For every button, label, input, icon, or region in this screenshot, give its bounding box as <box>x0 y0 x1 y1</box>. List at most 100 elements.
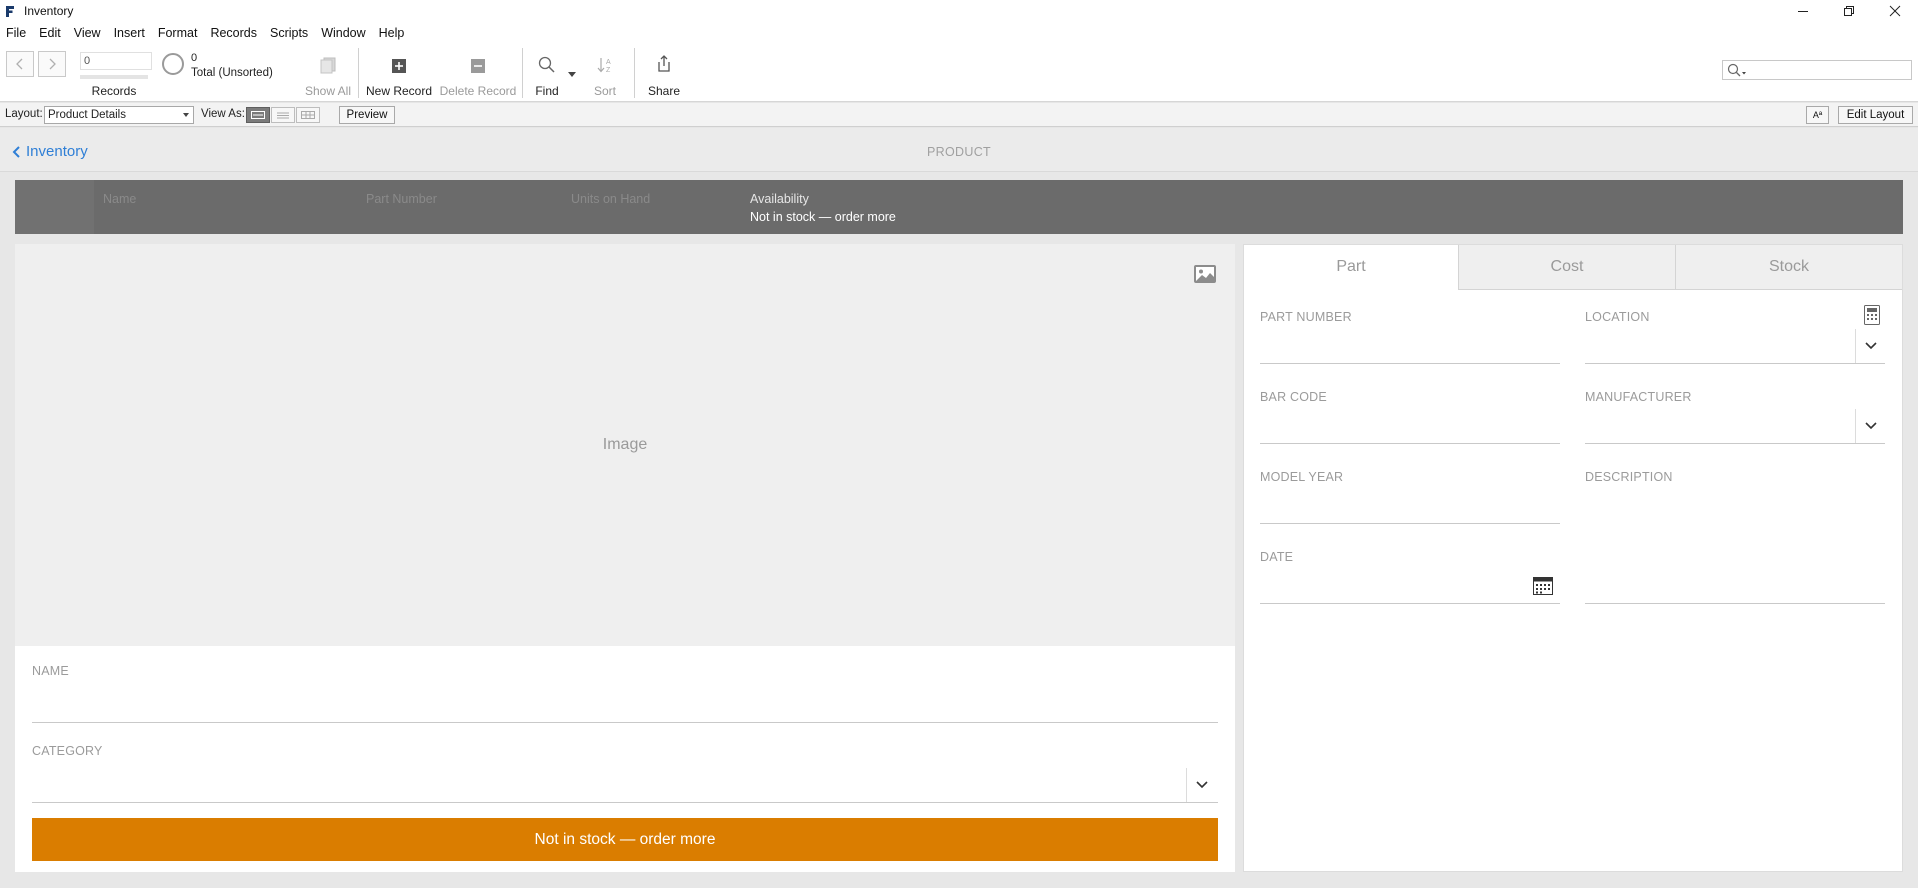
menu-scripts[interactable]: Scripts <box>270 26 308 40</box>
menu-file[interactable]: File <box>6 26 26 40</box>
edit-layout-button[interactable]: Edit Layout <box>1838 106 1913 124</box>
chevron-down-icon <box>1864 422 1877 430</box>
location-field[interactable] <box>1585 329 1855 363</box>
date-underline <box>1260 603 1560 604</box>
calendar-icon[interactable] <box>1533 577 1553 598</box>
layout-bar: Layout: Product Details View As: Preview… <box>0 103 1918 127</box>
page-title: PRODUCT <box>927 145 991 159</box>
find-button[interactable]: Find <box>530 84 564 98</box>
date-field[interactable] <box>1260 569 1530 603</box>
description-field[interactable] <box>1585 489 1885 603</box>
minimize-icon[interactable] <box>1780 0 1826 22</box>
manufacturer-label: MANUFACTURER <box>1585 390 1692 404</box>
title-bar: Inventory <box>0 0 1918 22</box>
thumbnail-placeholder <box>15 180 94 234</box>
date-label: DATE <box>1260 550 1294 564</box>
name-field-underline <box>32 722 1218 723</box>
model-year-underline <box>1260 523 1560 524</box>
show-all-button[interactable]: Show All <box>303 84 353 98</box>
layout-select[interactable]: Product Details <box>44 106 194 124</box>
location-label: LOCATION <box>1585 310 1650 324</box>
category-dropdown-button[interactable] <box>1186 768 1216 802</box>
toolbar-separator <box>634 48 635 98</box>
order-more-button[interactable]: Not in stock — order more <box>32 818 1218 861</box>
preview-button[interactable]: Preview <box>339 106 395 124</box>
new-record-icon <box>391 58 407 77</box>
app-icon <box>6 5 16 17</box>
manufacturer-underline <box>1585 443 1885 444</box>
part-number-field[interactable] <box>1260 329 1560 363</box>
form-view-icon <box>251 111 265 119</box>
tab-part[interactable]: Part <box>1244 245 1458 290</box>
tab-bar: Part Cost Stock <box>1244 245 1902 290</box>
search-icon <box>1727 63 1746 77</box>
bar-code-underline <box>1260 443 1560 444</box>
calculator-icon[interactable] <box>1864 305 1880 328</box>
model-year-field[interactable] <box>1260 489 1560 523</box>
menu-insert[interactable]: Insert <box>114 26 145 40</box>
menu-edit[interactable]: Edit <box>39 26 61 40</box>
menu-format[interactable]: Format <box>158 26 198 40</box>
view-as-form-button[interactable] <box>246 107 270 123</box>
category-field-underline <box>32 802 1218 803</box>
status-toolbar: 0 Records 0 Total (Unsorted) Show All Ne… <box>0 44 1918 102</box>
view-as-label: View As: <box>201 108 245 120</box>
svg-text:Z: Z <box>606 67 611 74</box>
total-unsorted-label: Total (Unsorted) <box>191 67 273 79</box>
list-header-availability: Availability <box>750 192 809 206</box>
share-button[interactable]: Share <box>644 84 684 98</box>
delete-record-icon <box>470 58 486 77</box>
bar-code-field[interactable] <box>1260 409 1560 443</box>
menu-view[interactable]: View <box>74 26 101 40</box>
location-underline <box>1585 363 1885 364</box>
sort-button[interactable]: Sort <box>588 84 622 98</box>
delete-record-button[interactable]: Delete Record <box>438 84 518 98</box>
current-record-field[interactable]: 0 <box>80 52 152 70</box>
category-field[interactable] <box>32 764 1182 802</box>
found-set-pie-icon <box>162 53 184 75</box>
name-label: NAME <box>32 664 69 678</box>
category-label: CATEGORY <box>32 744 103 758</box>
find-dropdown-icon[interactable] <box>568 67 576 81</box>
next-record-button[interactable] <box>38 51 66 77</box>
list-view-icon <box>277 112 289 119</box>
list-header-part-number: Part Number <box>366 192 437 206</box>
list-header-band: Name Part Number Units on Hand Availabil… <box>15 180 1903 234</box>
share-icon <box>656 54 672 77</box>
sort-icon: AZ <box>596 56 614 77</box>
menu-window[interactable]: Window <box>321 26 365 40</box>
chevron-down-icon <box>183 113 189 117</box>
found-count: 0 <box>191 52 198 64</box>
name-field[interactable] <box>32 684 1218 722</box>
new-record-button[interactable]: New Record <box>364 84 434 98</box>
menu-help[interactable]: Help <box>379 26 405 40</box>
quick-find-input[interactable] <box>1722 60 1912 80</box>
view-as-table-button[interactable] <box>296 107 320 123</box>
layout-select-value: Product Details <box>48 109 126 121</box>
window-title: Inventory <box>24 4 74 18</box>
restore-icon[interactable] <box>1826 0 1872 22</box>
text-format-toggle[interactable]: Aª <box>1806 106 1829 124</box>
part-number-underline <box>1260 363 1560 364</box>
chevron-left-icon <box>16 58 23 70</box>
menu-records[interactable]: Records <box>210 26 257 40</box>
image-container-field[interactable]: Image <box>15 244 1235 646</box>
previous-record-button[interactable] <box>6 51 34 77</box>
part-number-label: PART NUMBER <box>1260 310 1352 324</box>
bar-code-label: BAR CODE <box>1260 390 1327 404</box>
view-as-list-button[interactable] <box>271 107 295 123</box>
close-icon[interactable] <box>1872 0 1918 22</box>
tab-stock[interactable]: Stock <box>1675 245 1902 290</box>
record-slider[interactable] <box>80 75 148 79</box>
image-placeholder-label: Image <box>602 436 648 453</box>
manufacturer-dropdown-button[interactable] <box>1855 409 1885 443</box>
location-dropdown-button[interactable] <box>1855 329 1885 363</box>
description-label: DESCRIPTION <box>1585 470 1673 484</box>
toolbar-separator <box>358 48 359 98</box>
manufacturer-field[interactable] <box>1585 409 1855 443</box>
layout-content: Inventory PRODUCT Name Part Number Units… <box>0 128 1918 888</box>
tab-cost[interactable]: Cost <box>1458 245 1675 290</box>
toolbar-separator <box>522 48 523 98</box>
show-all-icon <box>318 56 338 77</box>
menu-bar: File Edit View Insert Format Records Scr… <box>0 22 1918 44</box>
